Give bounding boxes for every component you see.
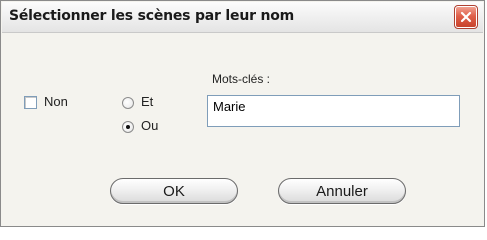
close-x-icon — [460, 11, 472, 23]
not-checkbox[interactable] — [24, 96, 37, 109]
cancel-button[interactable]: Annuler — [278, 178, 406, 204]
keywords-input[interactable]: Marie — [207, 95, 460, 127]
not-checkbox-label: Non — [44, 94, 68, 109]
and-radio[interactable] — [122, 97, 134, 109]
title-bar[interactable]: Sélectionner les scènes par leur nom — [2, 2, 483, 33]
dialog-title: Sélectionner les scènes par leur nom — [9, 8, 295, 24]
dialog-window: Sélectionner les scènes par leur nom Non… — [0, 0, 485, 227]
dialog-body: Non Et Ou Mots-clés : Marie OK Annuler — [2, 33, 483, 225]
or-radio-selected-dot — [126, 125, 130, 129]
or-radio-label: Ou — [141, 118, 159, 133]
keywords-label: Mots-clés : — [212, 72, 271, 86]
and-radio-label: Et — [141, 94, 154, 109]
ok-button[interactable]: OK — [110, 178, 238, 204]
close-button[interactable] — [454, 5, 478, 29]
or-radio[interactable] — [122, 121, 134, 133]
